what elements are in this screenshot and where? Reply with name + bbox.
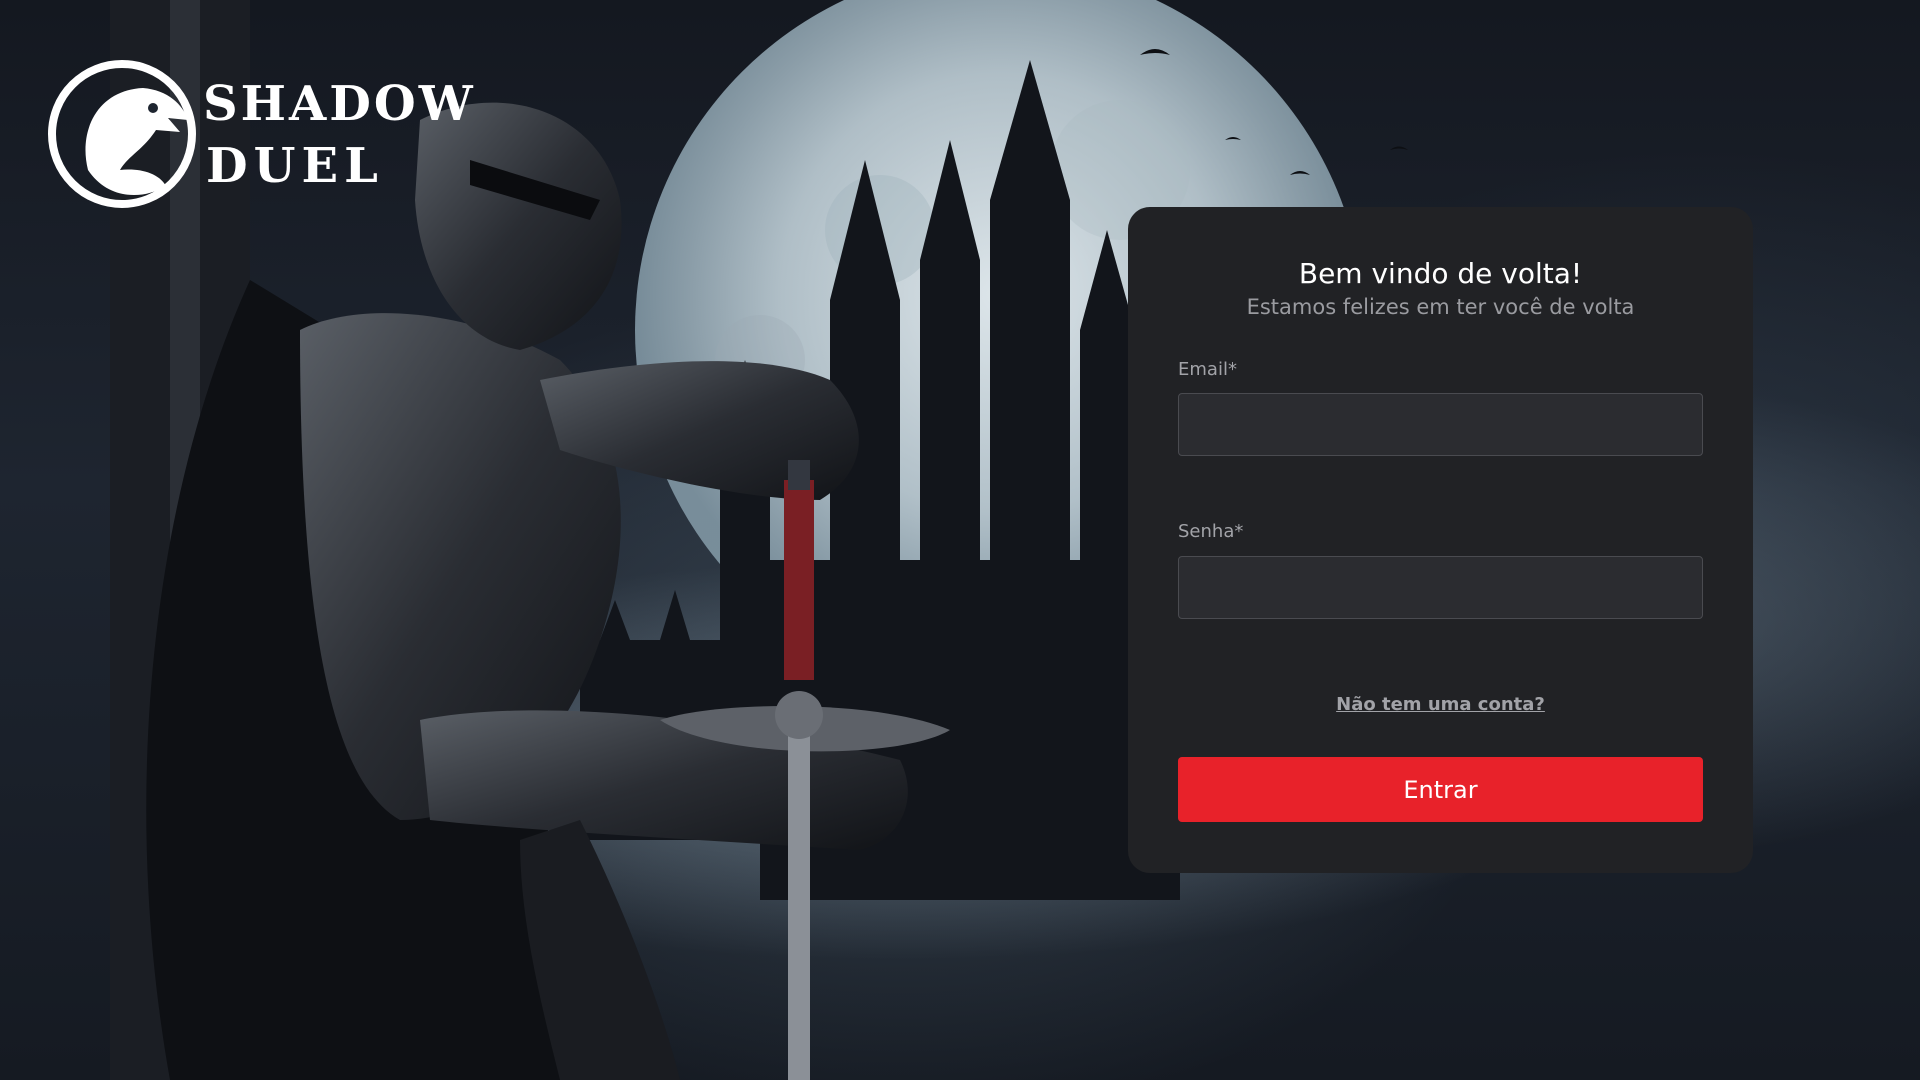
login-subtitle: Estamos felizes em ter você de volta [1246,295,1635,319]
login-button[interactable]: Entrar [1178,757,1703,822]
dragon-emblem-icon [48,60,196,208]
login-card: Bem vindo de volta! Estamos felizes em t… [1128,207,1753,873]
logo-line1: SHADOW [203,76,476,132]
signup-link[interactable]: Não tem uma conta? [1128,694,1753,715]
email-label: Email* [1178,359,1237,380]
password-field[interactable] [1178,556,1703,619]
shadow-duel-logo: SHADOW DUEL [48,60,528,220]
logo-line2: DUEL [206,138,384,194]
password-label: Senha* [1178,521,1244,542]
email-field[interactable] [1178,393,1703,456]
login-page: SHADOW DUEL Bem vindo de volta! Estamos … [0,0,1920,1080]
login-title: Bem vindo de volta! [1298,257,1583,290]
